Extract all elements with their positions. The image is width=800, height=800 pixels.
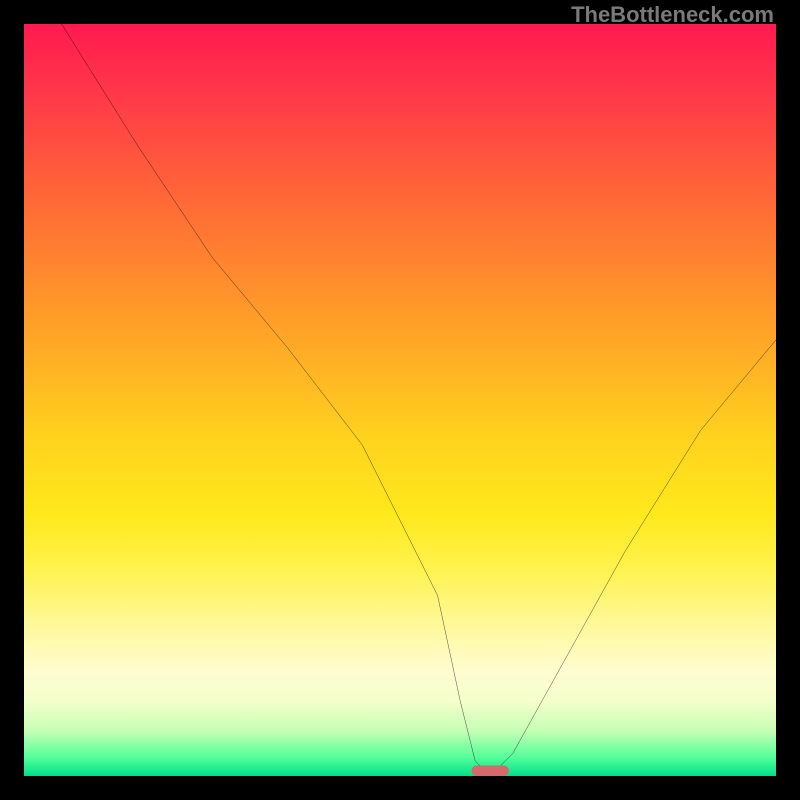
curve-svg [24,24,776,776]
chart-container: TheBottleneck.com [0,0,800,800]
optimum-marker [471,765,509,776]
bottleneck-curve-path [62,24,776,776]
plot-area [24,24,776,776]
